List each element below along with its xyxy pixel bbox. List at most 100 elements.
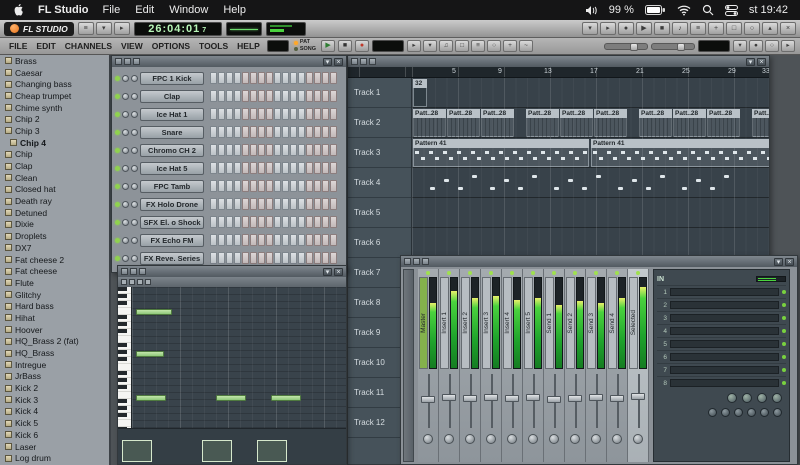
step-cell[interactable] [306,216,313,228]
step-cell[interactable] [242,234,249,246]
step-cell[interactable] [330,162,337,174]
eq-knob[interactable] [757,393,767,403]
browser-item[interactable]: Kick 5 [0,417,109,429]
delete-tool-icon[interactable] [137,279,143,285]
step-cell[interactable] [322,180,329,192]
step-cell[interactable] [314,108,321,120]
piano-note[interactable] [136,395,166,401]
step-cell[interactable] [322,144,329,156]
channel-button-chromo-ch-2[interactable]: Chromo CH 2 [140,144,204,157]
strip-mute-led[interactable] [636,271,640,275]
browser-item[interactable]: Chip 3 [0,125,109,137]
step-cell[interactable] [282,162,289,174]
strip-fader-thumb[interactable] [547,396,561,403]
browser-item[interactable]: HQ_Brass [0,347,109,359]
mixer-strip-insert-5[interactable]: Insert 5 [523,269,544,462]
step-cell[interactable] [210,252,217,264]
browser-item[interactable]: Chip 2 [0,113,109,125]
mixer-strip-insert-1[interactable]: Insert 1 [439,269,460,462]
step-cell[interactable] [330,108,337,120]
fx-slot-6[interactable]: 6 [657,350,786,363]
channel-mute-led[interactable] [115,166,120,171]
step-cell[interactable] [290,108,297,120]
step-cell[interactable] [306,90,313,102]
playlist-toggle-button[interactable]: □ [455,40,469,52]
channel-volume-knob[interactable] [131,183,138,190]
strip-mute-led[interactable] [426,271,430,275]
loop-record-button[interactable]: ○ [765,40,779,52]
piano-roll-toggle-button[interactable]: ○ [487,40,501,52]
menubar-item-help[interactable]: Help [223,4,246,16]
step-cell[interactable] [250,198,257,210]
piano-keys[interactable] [118,287,132,428]
step-cell[interactable] [242,162,249,174]
step-cell[interactable] [210,234,217,246]
track-name[interactable]: Track 5 [348,198,411,228]
strip-fader[interactable] [481,372,501,430]
step-cell[interactable] [250,180,257,192]
fx-slot-4[interactable]: 4 [657,324,786,337]
strip-fader[interactable] [586,372,606,430]
step-cell[interactable] [210,216,217,228]
step-cell[interactable] [298,90,305,102]
piano-note[interactable] [271,395,301,401]
step-cell[interactable] [322,234,329,246]
step-cell[interactable] [226,108,233,120]
pat-mode[interactable]: PAT [294,40,316,46]
eq-knob[interactable] [742,393,752,403]
step-cell[interactable] [210,198,217,210]
step-cell[interactable] [282,234,289,246]
fl-menu-view[interactable]: VIEW [117,41,147,51]
zoom-button[interactable]: ▾ [423,40,437,52]
channel-volume-knob[interactable] [131,255,138,262]
channel-pan-knob[interactable] [122,129,129,136]
record-button[interactable]: ● [355,40,369,52]
browser-item[interactable]: DX7 [0,242,109,254]
step-cell[interactable] [330,72,337,84]
fl-menu-edit[interactable]: EDIT [32,41,59,51]
step-cell[interactable] [290,72,297,84]
mixer-window-button[interactable]: ○ [744,22,760,35]
step-cell[interactable] [242,90,249,102]
strip-fader[interactable] [544,372,564,430]
strip-fader-thumb[interactable] [505,395,519,402]
time-mode-button[interactable]: ▾ [96,22,112,35]
transport-detach-button[interactable]: ▸ [600,22,616,35]
window-menu-icon[interactable] [115,58,122,65]
step-cell[interactable] [258,234,265,246]
window-menu-icon[interactable] [369,58,376,65]
step-cell[interactable] [290,234,297,246]
step-cell[interactable] [266,72,273,84]
paint-tool-icon[interactable] [129,279,135,285]
step-cell[interactable] [258,126,265,138]
step-cell[interactable] [322,162,329,174]
step-cell[interactable] [306,234,313,246]
step-cell[interactable] [250,144,257,156]
step-cell[interactable] [330,126,337,138]
browser-item[interactable]: Chip 4 [0,137,109,149]
step-cell[interactable] [266,198,273,210]
window-close-button[interactable]: × [785,258,794,266]
channel-pan-knob[interactable] [122,111,129,118]
mixer-strip-insert-4[interactable]: Insert 4 [502,269,523,462]
channel-pan-knob[interactable] [122,147,129,154]
step-cell[interactable] [274,252,281,264]
step-cell[interactable] [234,144,241,156]
routing-knob[interactable] [760,408,769,417]
app-menu-title[interactable]: FL Studio [38,4,89,16]
step-cell[interactable] [314,126,321,138]
step-cell[interactable] [298,216,305,228]
playlist-clip-pattern28[interactable]: Patt..28 [481,109,514,137]
fx-slot-led[interactable] [782,329,786,333]
strip-pan-knob[interactable] [570,434,580,444]
snap-button[interactable]: ▸ [407,40,421,52]
record-arm-button[interactable]: ● [618,22,634,35]
step-cell[interactable] [242,216,249,228]
routing-knob[interactable] [708,408,717,417]
step-cell[interactable] [330,90,337,102]
browser-item[interactable]: Kick 3 [0,394,109,406]
channel-pan-knob[interactable] [122,237,129,244]
channel-volume-knob[interactable] [131,147,138,154]
channel-mute-led[interactable] [115,220,120,225]
browser-toggle-button[interactable]: ~ [519,40,533,52]
